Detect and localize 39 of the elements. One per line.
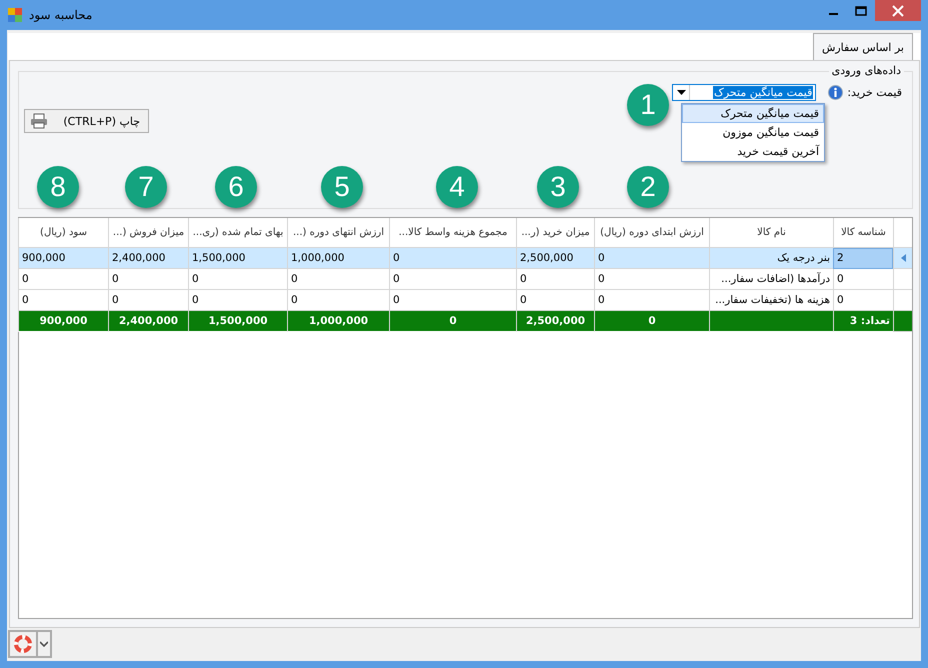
close-icon	[892, 4, 904, 16]
total-cell: 0	[389, 311, 516, 332]
close-button[interactable]	[875, 0, 921, 21]
total-cell: 2,400,000	[108, 311, 188, 332]
minimize-icon	[828, 13, 838, 15]
tab[interactable]: بر اساس سفارش	[812, 33, 913, 60]
caret-icon	[676, 90, 686, 96]
step-badge: 6	[215, 166, 257, 208]
total-cell: 1,000,000	[287, 311, 389, 332]
step-badge: 3	[537, 166, 579, 208]
table-cell: 2	[833, 248, 893, 269]
total-cell: 0	[594, 311, 709, 332]
group-title: داده‌های ورودی	[828, 64, 904, 77]
step-badge: 7	[125, 166, 167, 208]
step-badge: 4	[436, 166, 478, 208]
maximize-icon	[855, 6, 867, 16]
step-badge: 8	[37, 166, 79, 208]
field-label: قیمت خرید:	[847, 86, 902, 99]
total-cell: 900,000	[18, 311, 108, 332]
caret-icon	[40, 641, 48, 647]
info-icon	[828, 85, 844, 100]
dropdown-option[interactable]: قیمت میانگین موزون	[682, 123, 824, 142]
print-button[interactable]: چاپ (CTRL+P)	[24, 109, 149, 133]
total-count: تعداد: 3	[833, 311, 893, 332]
step-badge: 1	[627, 84, 669, 126]
window-title: محاسبه سود	[29, 8, 92, 22]
printer-icon	[30, 113, 48, 129]
app-icon	[7, 7, 23, 23]
step-badge: 5	[321, 166, 363, 208]
lifebuoy-icon	[14, 635, 32, 653]
row-header	[893, 311, 912, 332]
purchase-price-dropdown[interactable]: قیمت میانگین متحرک	[672, 84, 816, 101]
help-button[interactable]	[8, 630, 52, 658]
total-cell: 2,500,000	[516, 311, 594, 332]
step-badge: 2	[627, 166, 669, 208]
total-cell: 1,500,000	[188, 311, 287, 332]
dropdown-option[interactable]: قیمت میانگین متحرک	[682, 104, 824, 123]
dropdown-option[interactable]: آخرین قیمت خرید	[682, 142, 824, 161]
current-row-icon	[900, 254, 906, 262]
